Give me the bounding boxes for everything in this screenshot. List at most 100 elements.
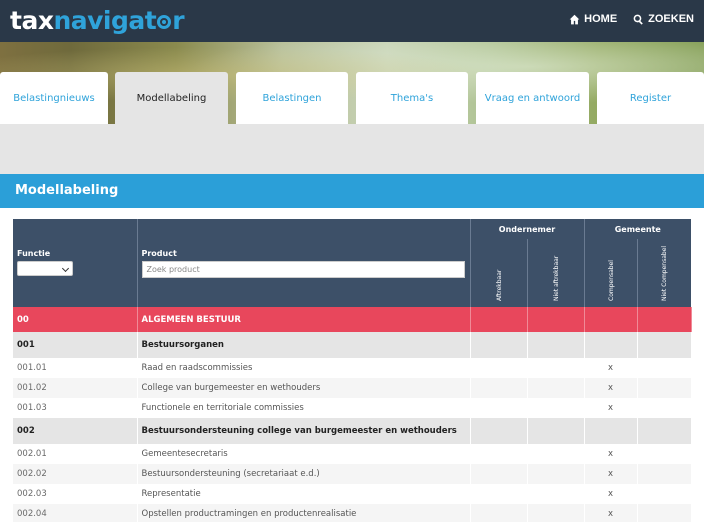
mark-cell [527,398,585,418]
functie-code: 001.01 [13,358,138,378]
logo-text-r: r [172,6,185,35]
mark-cell [470,464,528,484]
product-name: Opstellen productramingen en productenre… [137,504,471,522]
table-row[interactable]: 002.04 Opstellen productramingen en produ… [13,504,692,522]
mark-cell: x [584,484,638,504]
mark-cell [527,464,585,484]
table-body: 00 ALGEMEEN BESTUUR 001 Bestuursorganen 001.… [13,307,692,522]
product-label: Product [141,249,177,258]
tab-themas[interactable]: Thema's [356,72,468,124]
table-row[interactable]: 002.03 Representatie x [13,484,691,504]
mark-cell [527,444,585,464]
mark-cell [470,332,528,358]
tab-modellabeling[interactable]: Modellabeling [115,72,228,124]
functie-code: 001.02 [13,378,138,398]
product-name: Functionele en territoriale commissies [137,398,471,418]
mark-cell [584,307,638,332]
ondernemer-header: Ondernemer [470,219,585,239]
functie-code: 002.03 [13,484,138,504]
taxnavigator-logo[interactable]: taxnavigat r [10,6,185,35]
product-name: Bestuursondersteuning (secretariaat e.d.… [137,464,471,484]
mark-cell [637,398,691,418]
mark-cell [637,378,692,398]
product-search-input[interactable]: Zoek product [141,261,465,278]
compass-o-icon [157,15,172,29]
functie-select[interactable] [17,261,73,276]
tab-belastingnieuws[interactable]: Belastingnieuws [0,72,108,124]
mark-cell [584,332,638,358]
functie-code: 002.04 [13,504,138,522]
mark-cell [470,398,528,418]
functie-code: 002.01 [13,444,138,464]
tab-belastingen[interactable]: Belastingen [236,72,348,124]
search-icon [633,14,643,25]
product-name: Bestuursondersteuning college van burgem… [137,418,471,444]
mark-cell [637,307,692,332]
search-link[interactable]: ZOEKEN [633,13,694,25]
table-row[interactable]: 001.02 College van burgemeester en wethou… [13,378,692,398]
mark-cell [637,358,691,378]
logo-text-navigat: navigat [53,6,157,35]
functie-code: 00 [13,307,138,332]
functie-code: 002 [13,418,138,444]
compensabel-header: Compensabel [584,239,638,307]
mark-cell [470,504,528,522]
table-row[interactable]: 002.01 Gemeentesecretaris x [13,444,691,464]
main-tabs: Belastingnieuws Modellabeling Belastinge… [0,72,704,124]
functie-code: 001 [13,332,138,358]
mark-cell [584,418,638,444]
product-name: Gemeentesecretaris [137,444,471,464]
mark-cell [470,378,528,398]
mark-cell [527,307,585,332]
niet-compensabel-header: Niet Compensabel [637,239,692,307]
modellabeling-table: Functie Product Zoek product Ondernemer … [13,219,692,522]
mark-cell [637,464,692,484]
mark-cell [470,418,528,444]
mark-cell [527,358,585,378]
page-title-bar: Modellabeling [0,174,704,208]
top-navigation: HOME ZOEKEN [569,13,694,25]
tab-vraag-en-antwoord[interactable]: Vraag en antwoord [476,72,589,124]
mark-cell [637,332,692,358]
logo-text-tax: tax [10,6,54,35]
mark-cell [637,484,691,504]
home-icon [569,14,580,24]
aftrekbaar-header: Aftrekbaar [470,239,528,307]
mark-cell [527,504,585,522]
aftrekbaar-label: Aftrekbaar [495,269,503,301]
grey-band [0,124,704,174]
table-row[interactable]: 001.03 Functionele en territoriale commis… [13,398,691,418]
mark-cell: x [584,398,638,418]
product-name: Representatie [137,484,471,504]
functie-label: Functie [17,249,51,258]
mark-cell: x [584,444,638,464]
mark-cell [527,484,585,504]
mark-cell [470,307,528,332]
home-label: HOME [584,13,618,25]
functie-code: 001.03 [13,398,138,418]
niet-aftrekbaar-header: Niet aftrekbaar [527,239,585,307]
mark-cell: x [584,358,638,378]
table-row[interactable]: 001.01 Raad en raadscommissies x [13,358,691,378]
subcategory-row: 001 Bestuursorganen [13,332,692,358]
product-header: Product Zoek product [137,219,471,307]
product-name: Bestuursorganen [137,332,471,358]
mark-cell [637,504,692,522]
mark-cell [470,444,528,464]
mark-cell: x [584,464,638,484]
page-title: Modellabeling [15,183,119,198]
home-link[interactable]: HOME [569,13,617,25]
mark-cell [470,484,528,504]
mark-cell [527,418,585,444]
niet-compensabel-label: Niet Compensabel [661,245,669,301]
table-row[interactable]: 002.02 Bestuursondersteuning (secretariaa… [13,464,692,484]
functie-header: Functie [13,219,138,307]
mark-cell [470,358,528,378]
search-label: ZOEKEN [648,13,694,25]
product-name: College van burgemeester en wethouders [137,378,471,398]
functie-code: 002.02 [13,464,138,484]
mark-cell [527,378,585,398]
niet-aftrekbaar-label: Niet aftrekbaar [552,255,560,301]
tab-register[interactable]: Register [597,72,704,124]
mark-cell: x [584,504,638,522]
